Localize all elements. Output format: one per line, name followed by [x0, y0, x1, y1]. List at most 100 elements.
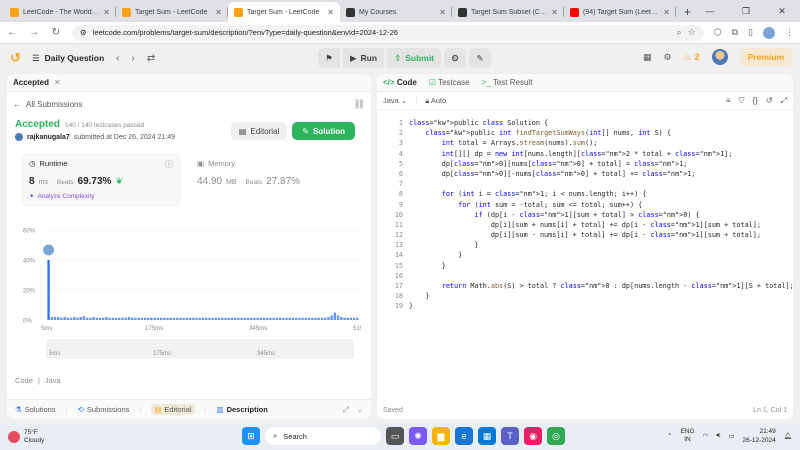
close-tab-icon[interactable]: ✕	[103, 8, 110, 17]
browser-tab[interactable]: My Courses ✕	[340, 2, 452, 22]
author-name[interactable]: rajkanugala7	[27, 134, 70, 141]
code-line[interactable]: return Math.abs(S) > total ? class="nm">…	[409, 281, 793, 291]
file-explorer-icon[interactable]: ▆	[432, 427, 450, 445]
tab-submissions[interactable]: ⟲ Submissions	[78, 405, 130, 414]
volume-icon[interactable]: 🔊︎	[716, 432, 720, 440]
shuffle-icon[interactable]: ⇄	[147, 53, 155, 64]
tab-accepted[interactable]: Accepted ✕	[13, 78, 61, 87]
code-line[interactable]: for (int sum = -total; sum <= total; sum…	[409, 200, 793, 210]
url-bar[interactable]: ⚙ leetcode.com/problems/target-sum/descr…	[72, 24, 704, 41]
tab-code[interactable]: </> Code	[383, 78, 417, 87]
media-icon[interactable]: ◉	[524, 427, 542, 445]
clock[interactable]: 21:49 26-12-2024	[742, 427, 775, 445]
prev-problem-icon[interactable]: ‹	[116, 53, 119, 64]
weather-widget[interactable]: 75°F Cloudy	[8, 429, 44, 445]
tab-solutions[interactable]: ⚗ Solutions	[15, 405, 56, 414]
info-icon[interactable]: ⓘ	[165, 159, 173, 170]
browser-tab[interactable]: (94) Target Sum (LeetCode... ✕	[564, 2, 676, 22]
chevron-up-icon[interactable]: ⌃	[667, 432, 672, 440]
code-line[interactable]: }	[409, 301, 793, 311]
browser-tab[interactable]: Target Sum - LeetCode ✕	[116, 2, 228, 22]
code-line[interactable]: }	[409, 291, 793, 301]
runtime-distribution-chart[interactable]: 60% 40% 20% 0% 5ms 175ms 345ms 515ms 5ms 175ms 345…	[21, 224, 361, 386]
streak-counter[interactable]: ♨ 2	[684, 52, 700, 63]
code-line[interactable]: }	[409, 261, 793, 271]
close-tab-icon[interactable]: ✕	[327, 8, 334, 17]
settings-gear-icon[interactable]: ⚙	[663, 52, 671, 63]
premium-button[interactable]: Premium	[739, 48, 792, 66]
tab-editorial[interactable]: ▤ Editorial	[151, 404, 195, 415]
solution-button[interactable]: ✎ Solution	[292, 122, 355, 140]
code-line[interactable]: class="kw">public int findTargetSumWays(…	[409, 128, 793, 138]
code-line[interactable]	[409, 179, 793, 189]
menu-dots-icon[interactable]: ⋮	[785, 27, 794, 38]
timer-icon[interactable]: ⏲	[444, 48, 467, 68]
task-view-icon[interactable]: ▭	[386, 427, 404, 445]
all-submissions-link[interactable]: ← All Submissions ⛓	[7, 95, 371, 113]
code-line[interactable]: }	[409, 240, 793, 250]
chevron-down-icon[interactable]: ⌄	[357, 405, 363, 415]
daily-question[interactable]: ☰ Daily Question	[32, 53, 104, 64]
share-link-icon[interactable]: ⛓	[354, 99, 365, 110]
code-line[interactable]: }	[409, 250, 793, 260]
autosave-toggle[interactable]: 🔒︎ Auto	[425, 96, 446, 106]
close-tab-icon[interactable]: ✕	[54, 78, 61, 87]
windows-start-icon[interactable]: ⊞	[242, 427, 260, 445]
language-indicator[interactable]: ENG IN	[680, 428, 694, 444]
tab-testcase[interactable]: ☑ Testcase	[429, 78, 470, 87]
edge-icon[interactable]: e	[455, 427, 473, 445]
code-line[interactable]: if (dp[i - class="nm">1][sum + total] > …	[409, 210, 793, 220]
code-line[interactable]: int total = Arrays.stream(nums).sum();	[409, 138, 793, 148]
code-line[interactable]: for (int i = class="nm">1; i < nums.leng…	[409, 189, 793, 199]
close-tab-icon[interactable]: ✕	[663, 8, 670, 17]
close-tab-icon[interactable]: ✕	[551, 8, 558, 17]
store-icon[interactable]: ▦	[478, 427, 496, 445]
back-icon[interactable]: ←	[6, 27, 18, 38]
notes-icon[interactable]: ✎	[469, 48, 492, 68]
code-editor[interactable]: 1 2 3 4 5 6 7 8 9 10 11 12 13 14 15 16 17 18 19 class="kw"…	[377, 114, 793, 399]
minimize-icon[interactable]: —	[692, 6, 728, 16]
submit-button[interactable]: ⇪ Submit	[387, 48, 442, 68]
browser-tab[interactable]: LeetCode - The World's Le... ✕	[4, 2, 116, 22]
memory-card[interactable]: ▣ Memory 44.90 MB Beats 27.87%	[189, 153, 349, 207]
notification-icon[interactable]: 🔔︎	[784, 432, 792, 440]
forward-icon[interactable]: →	[28, 27, 40, 38]
format-icon[interactable]: ≡	[726, 96, 731, 106]
browser-tab[interactable]: Target Sum Subset (Code) ✕	[452, 2, 564, 22]
reset-icon[interactable]: ↺	[766, 96, 773, 106]
code-line[interactable]: dp[class="nm">0][nums[class="nm">0] + to…	[409, 159, 793, 169]
next-problem-icon[interactable]: ›	[131, 53, 134, 64]
reload-icon[interactable]: ↻	[50, 27, 62, 38]
profile-avatar[interactable]	[763, 26, 775, 39]
bookmark-icon[interactable]: ⛉	[739, 96, 745, 106]
code-content[interactable]: class="kw">public class Solution { class…	[409, 118, 793, 312]
language-select[interactable]: Java ⌄	[383, 96, 407, 105]
run-button[interactable]: ▶ Run	[343, 48, 385, 68]
fullscreen-icon[interactable]: ⤢	[781, 96, 787, 106]
runtime-card[interactable]: ◷ Runtime ⓘ 8 ms Beats 69.73% ❦ ✦ Analyz…	[21, 153, 181, 207]
browser-tab[interactable]: Target Sum - LeetCode ✕	[228, 2, 340, 22]
sidebar-icon[interactable]: ▯	[748, 27, 753, 38]
maximize-icon[interactable]: ⤢	[343, 405, 349, 415]
user-avatar[interactable]	[711, 49, 728, 65]
wifi-icon[interactable]: ◠	[703, 432, 709, 440]
leetcode-logo-icon[interactable]: ↺	[10, 51, 22, 65]
battery-icon[interactable]: ▭	[728, 432, 734, 440]
debug-icon[interactable]: ⚑	[318, 48, 340, 68]
extension-icon[interactable]: ⬡	[714, 27, 722, 38]
teams-icon[interactable]: T	[501, 427, 519, 445]
code-line[interactable]: dp[class="nm">0][-nums[class="nm">0] + t…	[409, 169, 793, 179]
taskbar-search[interactable]: ⌕ Search	[265, 427, 381, 445]
editorial-button[interactable]: ▤ Editorial	[230, 122, 288, 140]
site-info-icon[interactable]: ⚙	[80, 28, 87, 37]
code-line[interactable]	[409, 271, 793, 281]
layout-icon[interactable]: ▦	[643, 52, 652, 63]
close-window-icon[interactable]: ✕	[764, 6, 800, 17]
code-line[interactable]: class="kw">public class Solution {	[409, 118, 793, 128]
code-line[interactable]: dp[i][sum - nums[i] + total] += dp[i - c…	[409, 230, 793, 240]
braces-icon[interactable]: {}	[753, 96, 758, 106]
puzzle-icon[interactable]: ⧉	[732, 27, 738, 38]
close-tab-icon[interactable]: ✕	[439, 8, 446, 17]
tab-test-result[interactable]: >_ Test Result	[482, 78, 533, 87]
copilot-icon[interactable]: ✺	[409, 427, 427, 445]
